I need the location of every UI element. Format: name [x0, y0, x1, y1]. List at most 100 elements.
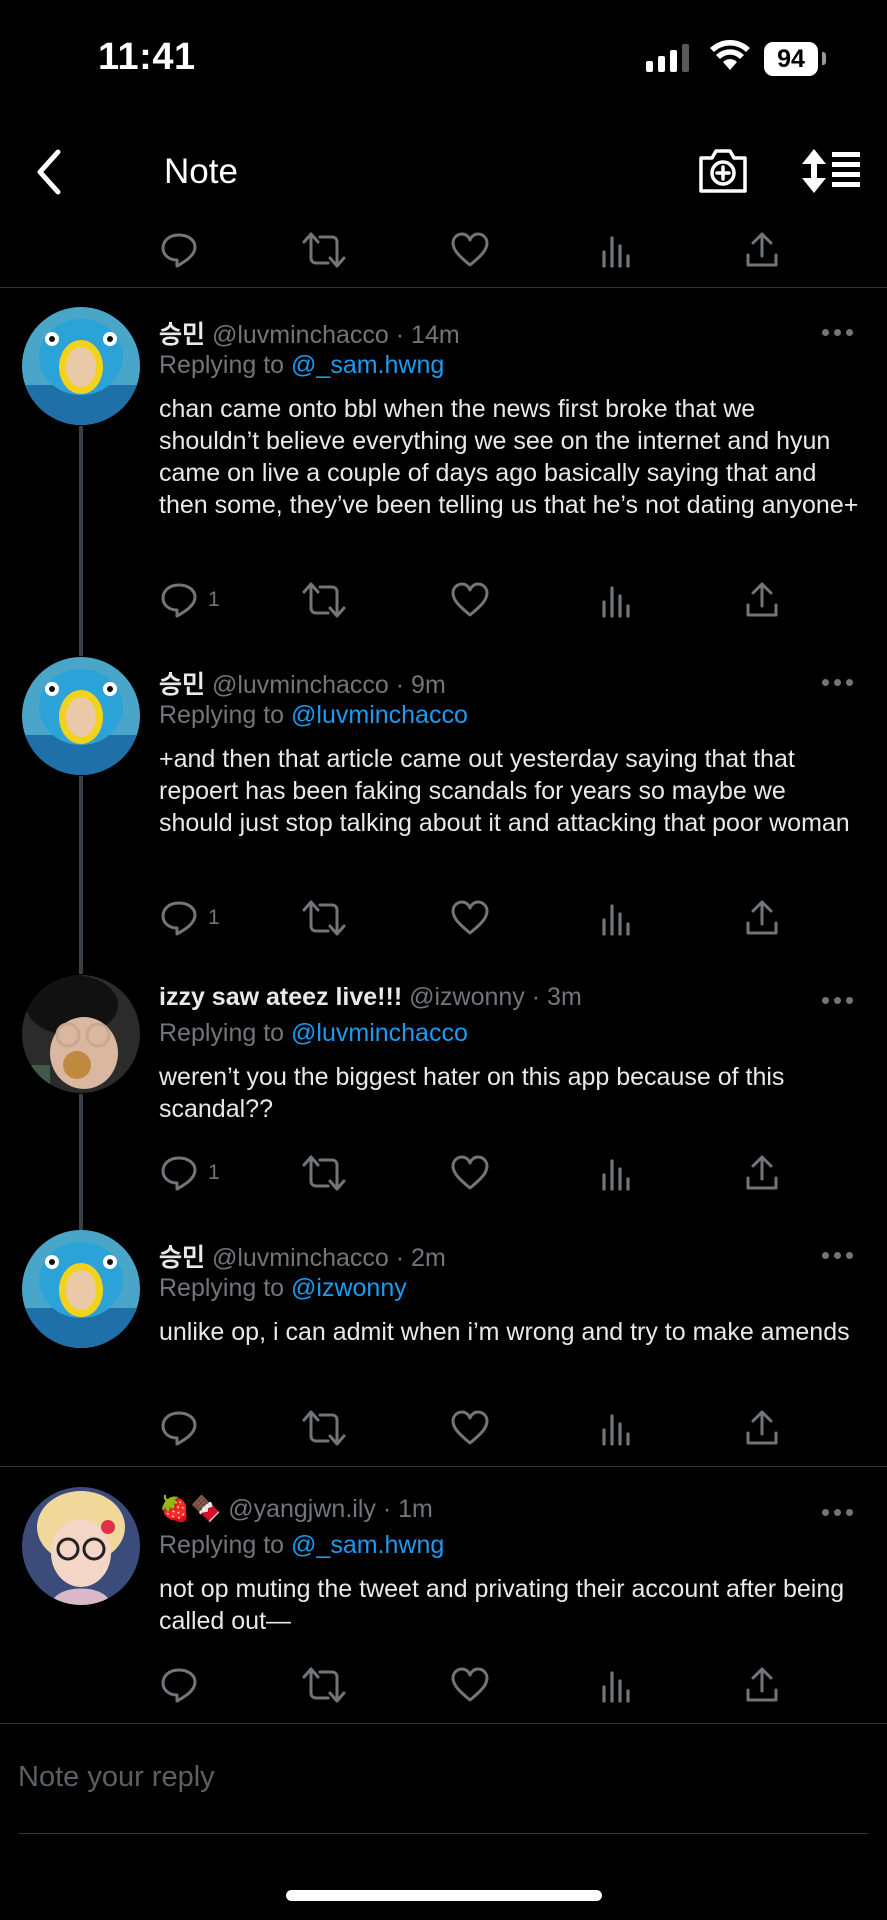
- wifi-icon: [710, 40, 750, 70]
- avatar[interactable]: [22, 1230, 140, 1348]
- like-button[interactable]: [451, 230, 489, 270]
- reply-icon: [161, 1156, 197, 1191]
- retweet-button[interactable]: [302, 1408, 346, 1448]
- status-bar: 11:41 94: [0, 0, 887, 120]
- views-icon: [602, 1414, 630, 1446]
- reply-button[interactable]: 1: [160, 580, 220, 620]
- display-name[interactable]: izzy saw ateez live!!!: [159, 983, 402, 1011]
- heart-icon: [451, 232, 489, 267]
- share-button[interactable]: [745, 898, 779, 938]
- tweet-actions: 1: [160, 1153, 780, 1193]
- heart-icon: [451, 582, 489, 617]
- retweet-button[interactable]: [302, 1153, 346, 1193]
- tweet-header: 승민 @luvminchacco · 9m: [159, 665, 446, 701]
- share-button[interactable]: [745, 1153, 779, 1193]
- tweet-actions: 1: [160, 580, 780, 620]
- mention-link[interactable]: @luvminchacco: [291, 1019, 468, 1047]
- reply-underline: [18, 1833, 868, 1834]
- retweet-button[interactable]: [302, 580, 346, 620]
- share-icon: [746, 1667, 778, 1702]
- views-button[interactable]: [600, 230, 634, 270]
- views-button[interactable]: [600, 1665, 634, 1705]
- share-button[interactable]: [745, 580, 779, 620]
- camera-button[interactable]: [696, 146, 750, 196]
- tweet-header: 승민 @luvminchacco · 2m: [159, 1238, 446, 1274]
- separator: ·: [531, 983, 541, 1011]
- mention-link[interactable]: @izwonny: [291, 1274, 407, 1302]
- avatar[interactable]: [22, 1487, 140, 1605]
- replying-label: Replying to: [159, 1531, 285, 1559]
- handle[interactable]: @izwonny: [409, 983, 525, 1011]
- mention-link[interactable]: @_sam.hwng: [291, 1531, 444, 1559]
- display-name[interactable]: 승민: [159, 321, 205, 349]
- retweet-button[interactable]: [302, 1665, 346, 1705]
- share-icon: [746, 1155, 778, 1190]
- handle[interactable]: @luvminchacco: [212, 321, 389, 349]
- replying-to: Replying to @_sam.hwng: [159, 351, 444, 380]
- reply-button[interactable]: [160, 1665, 208, 1705]
- views-button[interactable]: [600, 1408, 634, 1448]
- views-button[interactable]: [600, 898, 634, 938]
- reply-icon: [161, 1668, 197, 1703]
- reply-button[interactable]: 1: [160, 898, 220, 938]
- tweet-text: weren’t you the biggest hater on this ap…: [159, 1063, 785, 1123]
- thread-line: [79, 776, 83, 974]
- thread-line: [79, 1094, 83, 1230]
- like-button[interactable]: [451, 898, 489, 938]
- tweet-actions: 1: [160, 898, 780, 938]
- retweet-icon: [302, 1155, 346, 1191]
- like-button[interactable]: [451, 1408, 489, 1448]
- status-time: 11:41: [98, 36, 196, 78]
- retweet-button[interactable]: [302, 230, 346, 270]
- mention-link[interactable]: @_sam.hwng: [291, 351, 444, 379]
- more-button[interactable]: [822, 1505, 856, 1519]
- retweet-icon: [302, 582, 346, 618]
- avatar[interactable]: [22, 307, 140, 425]
- replying-to: Replying to @luvminchacco: [159, 1019, 468, 1048]
- views-button[interactable]: [600, 1153, 634, 1193]
- avatar[interactable]: [22, 975, 140, 1093]
- tweet-header: 승민 @luvminchacco · 14m: [159, 315, 460, 351]
- more-button[interactable]: [822, 325, 856, 339]
- like-button[interactable]: [451, 1153, 489, 1193]
- separator: ·: [395, 671, 405, 699]
- more-button[interactable]: [822, 675, 856, 689]
- handle[interactable]: @luvminchacco: [212, 671, 389, 699]
- share-button[interactable]: [745, 230, 779, 270]
- display-name[interactable]: 승민: [159, 1244, 205, 1272]
- back-button[interactable]: [30, 146, 70, 198]
- like-button[interactable]: [451, 580, 489, 620]
- more-button[interactable]: [822, 993, 856, 1007]
- separator: ·: [395, 321, 405, 349]
- views-icon: [602, 1159, 630, 1191]
- timestamp: 2m: [411, 1244, 446, 1272]
- views-button[interactable]: [600, 580, 634, 620]
- share-button[interactable]: [745, 1408, 779, 1448]
- page-title: Note: [164, 152, 238, 191]
- reply-button[interactable]: 1: [160, 1153, 220, 1193]
- display-name[interactable]: 🍓🍫: [159, 1495, 221, 1523]
- reply-composer: [0, 1724, 887, 1834]
- retweet-button[interactable]: [302, 898, 346, 938]
- reply-icon: [161, 1411, 197, 1446]
- timestamp: 1m: [398, 1495, 433, 1523]
- reply-input[interactable]: [18, 1752, 868, 1802]
- share-icon: [746, 900, 778, 935]
- tweet-header: 🍓🍫 @yangjwn.ily · 1m: [159, 1495, 433, 1524]
- display-name[interactable]: 승민: [159, 671, 205, 699]
- more-button[interactable]: [822, 1248, 856, 1262]
- handle[interactable]: @luvminchacco: [212, 1244, 389, 1272]
- mention-link[interactable]: @luvminchacco: [291, 701, 468, 729]
- divider: [0, 1466, 887, 1467]
- reply-button[interactable]: [160, 230, 198, 270]
- sort-button[interactable]: [800, 146, 862, 196]
- share-button[interactable]: [745, 1665, 779, 1705]
- avatar[interactable]: [22, 657, 140, 775]
- retweet-icon: [302, 1410, 346, 1446]
- views-icon: [602, 236, 630, 268]
- home-indicator[interactable]: [286, 1890, 602, 1901]
- handle[interactable]: @yangjwn.ily: [228, 1495, 376, 1523]
- reply-button[interactable]: [160, 1408, 208, 1448]
- like-button[interactable]: [451, 1665, 489, 1705]
- heart-icon: [451, 1667, 489, 1702]
